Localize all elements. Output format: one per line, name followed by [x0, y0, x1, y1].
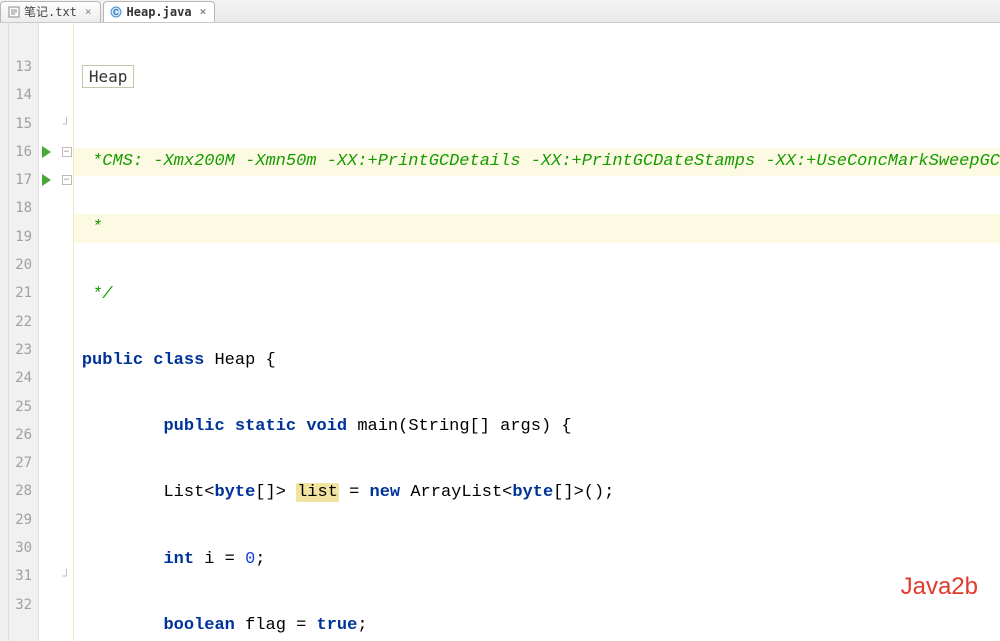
line-number: 21: [9, 279, 39, 307]
breadcrumb: Heap: [74, 61, 1000, 91]
line-number: 31: [9, 562, 39, 590]
line-number: 26: [9, 421, 39, 449]
watermark: Java2b: [901, 573, 978, 601]
tab-notes[interactable]: 笔记.txt ×: [0, 1, 101, 22]
close-icon[interactable]: ×: [85, 5, 92, 18]
line-number: 13: [9, 53, 39, 81]
line-number: 22: [9, 308, 39, 336]
line-number: 20: [9, 251, 39, 279]
line-number: 17: [9, 166, 39, 194]
line-number: 32: [9, 591, 39, 619]
breadcrumb-class[interactable]: Heap: [82, 65, 135, 88]
tab-heap-java[interactable]: C Heap.java ×: [103, 1, 216, 22]
text-file-icon: [7, 5, 20, 18]
code-line: boolean flag = true;: [74, 612, 1000, 640]
code-line: public class Heap {: [74, 347, 1000, 375]
fold-end-icon[interactable]: ┘: [60, 562, 73, 590]
code-line: List<byte[]> list = new ArrayList<byte[]…: [74, 479, 1000, 507]
fold-toggle-icon[interactable]: −: [60, 138, 73, 166]
line-number: 16: [9, 138, 39, 166]
code-line: int i = 0;: [74, 546, 1000, 574]
tab-label: Heap.java: [127, 5, 192, 19]
code-line: *: [74, 214, 1000, 242]
run-gutter: [39, 23, 60, 641]
tab-label: 笔记.txt: [24, 3, 77, 20]
line-number: 29: [9, 506, 39, 534]
margin-strip: [0, 23, 9, 641]
line-number: 30: [9, 534, 39, 562]
fold-gutter: ┘ − − ┘: [60, 23, 74, 641]
java-class-icon: C: [110, 5, 123, 18]
code-line: *CMS: -Xmx200M -Xmn50m -XX:+PrintGCDetai…: [74, 148, 1000, 176]
tab-bar: 笔记.txt × C Heap.java ×: [0, 0, 1000, 23]
line-number: 14: [9, 81, 39, 109]
run-class-icon[interactable]: [39, 138, 60, 166]
line-number: 28: [9, 477, 39, 505]
editor: 13 14 15 16 17 18 19 20 21 22 23 24 25 2…: [0, 23, 1000, 641]
line-number-gutter: 13 14 15 16 17 18 19 20 21 22 23 24 25 2…: [9, 23, 40, 641]
fold-toggle-icon[interactable]: −: [60, 166, 73, 194]
line-number: 24: [9, 364, 39, 392]
svg-text:C: C: [113, 8, 119, 17]
line-number: 23: [9, 336, 39, 364]
run-main-icon[interactable]: [39, 166, 60, 194]
fold-end-icon[interactable]: ┘: [60, 110, 73, 138]
code-line: */: [74, 281, 1000, 309]
code-area[interactable]: Heap *CMS: -Xmx200M -Xmn50m -XX:+PrintGC…: [74, 23, 1000, 641]
line-number: 27: [9, 449, 39, 477]
line-number: 25: [9, 393, 39, 421]
line-number: 18: [9, 194, 39, 222]
code-line: public static void main(String[] args) {: [74, 413, 1000, 441]
line-number: 19: [9, 223, 39, 251]
close-icon[interactable]: ×: [200, 5, 207, 18]
line-number: 15: [9, 110, 39, 138]
